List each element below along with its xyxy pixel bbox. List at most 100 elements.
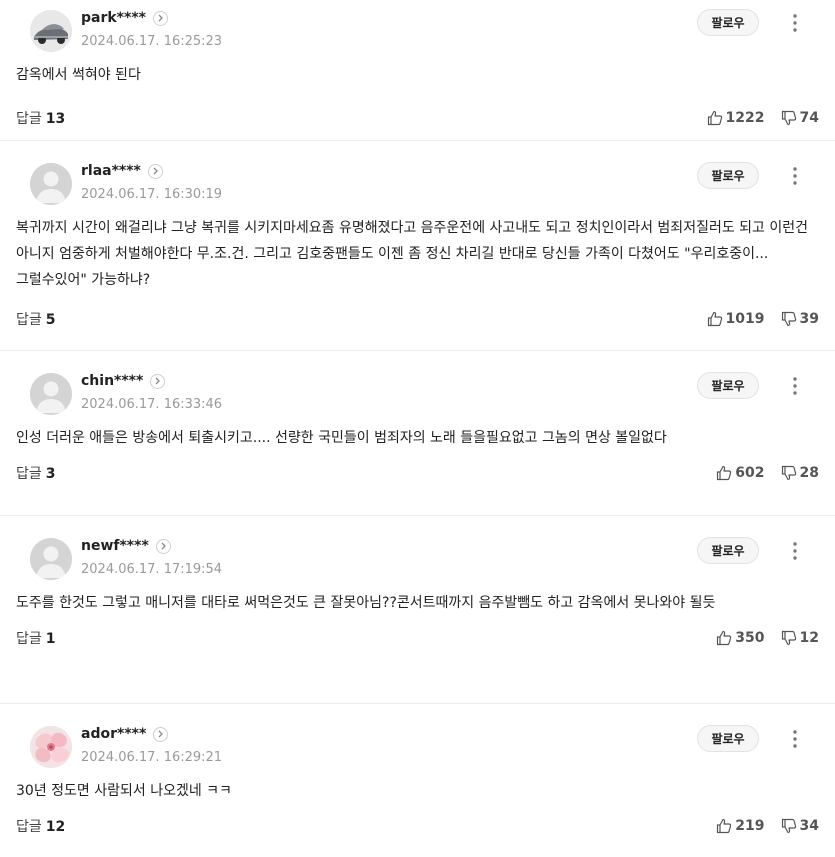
comment-header: newf**** 2024.06.17. 17:19:54 팔로우	[16, 528, 819, 584]
comment-text: 도주를 한것도 그렇고 매니저를 대타로 써먹은것도 큰 잘못아님??콘서트때까…	[16, 595, 716, 611]
dislike-count: 39	[799, 311, 819, 327]
comment-footer: 답글 5 1019 39	[16, 297, 819, 341]
follow-button[interactable]: 팔로우	[697, 537, 759, 564]
dislike-count: 74	[799, 110, 819, 126]
flower-avatar-icon	[30, 726, 72, 768]
comment-header: chin**** 2024.06.17. 16:33:46 팔로우	[16, 363, 819, 419]
username-text: ador****	[81, 726, 147, 742]
username-text: chin****	[81, 373, 144, 389]
username[interactable]: chin****	[81, 373, 166, 389]
avatar[interactable]	[30, 538, 72, 580]
comment-date: 2024.06.17. 16:25:23	[81, 34, 223, 49]
comment-date: 2024.06.17. 16:33:46	[81, 397, 223, 412]
comment-item: ador**** 2024.06.17. 16:29:21 팔로우 30년 정도…	[0, 716, 835, 857]
reply-count: 12	[45, 819, 66, 835]
username-text: rlaa****	[81, 163, 141, 179]
reply-button[interactable]: 답글 5	[16, 309, 56, 329]
comment-text: 복귀까지 시간이 왜걸리냐 그냥 복귀를 시키지마세요좀 유명해졌다고 음주운전…	[16, 220, 809, 288]
dislike-button[interactable]: 28	[781, 465, 819, 481]
reply-button[interactable]: 답글 13	[16, 108, 65, 128]
chevron-right-icon[interactable]	[150, 373, 166, 389]
avatar[interactable]	[30, 726, 72, 768]
dislike-count: 34	[799, 818, 819, 834]
avatar[interactable]	[30, 163, 72, 205]
like-count: 1222	[725, 110, 765, 126]
vote-group: 219 34	[716, 804, 819, 848]
thumbs-down-icon	[781, 818, 796, 834]
avatar[interactable]	[30, 10, 72, 52]
username-text: newf****	[81, 538, 149, 554]
username[interactable]: park****	[81, 10, 168, 26]
dislike-count: 12	[799, 630, 819, 646]
username[interactable]: rlaa****	[81, 163, 163, 179]
dislike-count: 28	[799, 465, 819, 481]
reply-label: 답글	[16, 312, 42, 328]
like-count: 350	[735, 630, 765, 646]
thumbs-up-icon	[717, 630, 732, 646]
default-avatar-icon	[30, 373, 72, 415]
follow-button[interactable]: 팔로우	[697, 9, 759, 36]
reply-count: 3	[45, 466, 56, 482]
comment-footer: 답글 13 1222 74	[16, 96, 819, 140]
more-options-icon[interactable]	[785, 726, 805, 752]
comment-text: 인성 더러운 애들은 방송에서 퇴출시키고.... 선량한 국민들이 범죄자의 …	[16, 430, 667, 446]
comment-header: rlaa**** 2024.06.17. 16:30:19 팔로우	[16, 153, 819, 209]
username[interactable]: newf****	[81, 538, 171, 554]
username[interactable]: ador****	[81, 726, 169, 742]
vote-group: 1222 74	[707, 96, 819, 140]
more-options-icon[interactable]	[785, 538, 805, 564]
comment-footer: 답글 12 219 34	[16, 804, 819, 848]
username-text: park****	[81, 10, 146, 26]
chevron-right-icon[interactable]	[152, 10, 168, 26]
comment-item: newf**** 2024.06.17. 17:19:54 팔로우 도주를 한것…	[0, 528, 835, 704]
reply-count: 1	[45, 631, 56, 647]
thumbs-up-icon	[707, 110, 722, 126]
comment-header: ador**** 2024.06.17. 16:29:21 팔로우	[16, 716, 819, 772]
reply-label: 답글	[16, 631, 42, 647]
comment-list: park**** 2024.06.17. 16:25:23 팔로우 감옥에서 썩…	[0, 0, 835, 857]
like-count: 602	[735, 465, 765, 481]
more-options-icon[interactable]	[785, 10, 805, 36]
reply-button[interactable]: 답글 1	[16, 628, 56, 648]
avatar[interactable]	[30, 373, 72, 415]
comment-date: 2024.06.17. 17:19:54	[81, 562, 223, 577]
like-button[interactable]: 1019	[707, 311, 765, 327]
comment-footer: 답글 3 602 28	[16, 451, 819, 495]
follow-button[interactable]: 팔로우	[697, 372, 759, 399]
vote-group: 350 12	[716, 616, 819, 660]
comment-date: 2024.06.17. 16:29:21	[81, 750, 223, 765]
like-button[interactable]: 1222	[707, 110, 765, 126]
dislike-button[interactable]: 39	[781, 311, 819, 327]
default-avatar-icon	[30, 538, 72, 580]
reply-button[interactable]: 답글 3	[16, 463, 56, 483]
like-count: 219	[735, 818, 765, 834]
comment-item: park**** 2024.06.17. 16:25:23 팔로우 감옥에서 썩…	[0, 0, 835, 141]
comment-date: 2024.06.17. 16:30:19	[81, 187, 223, 202]
like-button[interactable]: 602	[716, 465, 765, 481]
vote-group: 1019 39	[707, 297, 819, 341]
thumbs-up-icon	[717, 818, 732, 834]
dislike-button[interactable]: 74	[781, 110, 819, 126]
like-button[interactable]: 219	[716, 818, 765, 834]
comment-item: rlaa**** 2024.06.17. 16:30:19 팔로우 복귀까지 시…	[0, 153, 835, 351]
vote-group: 602 28	[716, 451, 819, 495]
more-options-icon[interactable]	[785, 373, 805, 399]
comment-text: 감옥에서 썩혀야 된다	[16, 67, 141, 83]
comment-item: chin**** 2024.06.17. 16:33:46 팔로우 인성 더러운…	[0, 363, 835, 516]
like-count: 1019	[725, 311, 765, 327]
dislike-button[interactable]: 12	[781, 630, 819, 646]
like-button[interactable]: 350	[716, 630, 765, 646]
follow-button[interactable]: 팔로우	[697, 725, 759, 752]
thumbs-up-icon	[717, 465, 732, 481]
chevron-right-icon[interactable]	[155, 538, 171, 554]
comment-footer: 답글 1 350 12	[16, 616, 819, 660]
chevron-right-icon[interactable]	[147, 163, 163, 179]
comment-header: park**** 2024.06.17. 16:25:23 팔로우	[16, 0, 819, 56]
dislike-button[interactable]: 34	[781, 818, 819, 834]
thumbs-up-icon	[707, 311, 722, 327]
chevron-right-icon[interactable]	[153, 726, 169, 742]
more-options-icon[interactable]	[785, 163, 805, 189]
reply-count: 13	[45, 111, 66, 127]
follow-button[interactable]: 팔로우	[697, 162, 759, 189]
reply-button[interactable]: 답글 12	[16, 816, 65, 836]
